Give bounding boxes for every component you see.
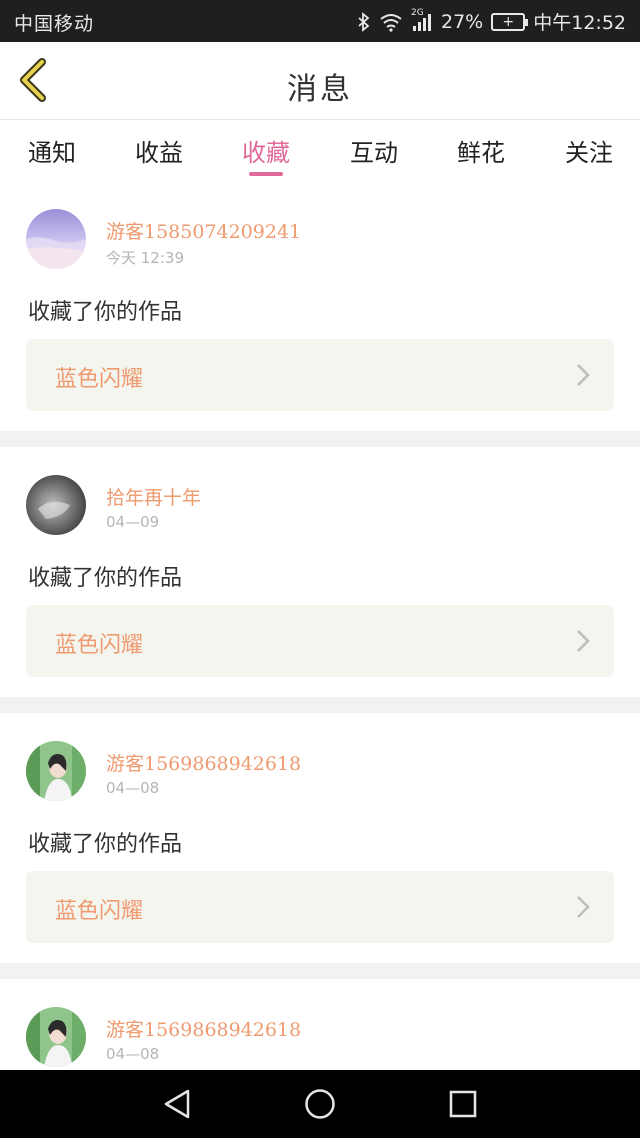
tab-notification[interactable]: 通知 xyxy=(12,133,92,168)
message-list: 游客1585074209241 今天 12:39 收藏了你的作品 蓝色闪耀 拾年… xyxy=(0,181,640,1138)
tab-interaction[interactable]: 互动 xyxy=(334,133,414,168)
divider xyxy=(0,431,640,447)
chevron-right-icon xyxy=(577,630,590,652)
bluetooth-icon xyxy=(357,11,371,32)
tab-earnings[interactable]: 收益 xyxy=(119,133,199,168)
page-title: 消息 xyxy=(287,72,353,107)
battery-charging-sign: + xyxy=(502,13,515,30)
status-icons: 2G 27% + 中午12:52 xyxy=(357,8,626,35)
system-nav-bar xyxy=(0,1070,640,1138)
timestamp: 04—09 xyxy=(106,513,160,531)
chevron-right-icon xyxy=(577,364,590,386)
network-type: 2G xyxy=(411,7,424,18)
tab-flowers[interactable]: 鲜花 xyxy=(441,133,521,168)
list-item: 拾年再十年 04—09 收藏了你的作品 蓝色闪耀 xyxy=(0,447,640,697)
work-title: 蓝色闪耀 xyxy=(55,367,144,392)
work-link[interactable]: 蓝色闪耀 xyxy=(26,871,614,943)
work-link[interactable]: 蓝色闪耀 xyxy=(26,339,614,411)
timestamp: 04—08 xyxy=(106,779,160,797)
work-title: 蓝色闪耀 xyxy=(55,633,144,658)
wifi-icon xyxy=(379,12,403,32)
timestamp: 04—08 xyxy=(106,1045,160,1063)
nav-back-icon xyxy=(164,1089,190,1119)
nav-recents-icon xyxy=(449,1090,477,1118)
list-item: 游客1585074209241 今天 12:39 收藏了你的作品 蓝色闪耀 xyxy=(0,181,640,431)
divider xyxy=(0,963,640,979)
sky-sea-avatar[interactable] xyxy=(26,209,86,269)
action-text: 收藏了你的作品 xyxy=(28,832,183,857)
work-title: 蓝色闪耀 xyxy=(55,899,144,924)
nav-home-button[interactable] xyxy=(304,1088,336,1124)
signal-icon: 2G xyxy=(411,8,433,32)
nav-home-icon xyxy=(305,1089,335,1119)
girl-green-avatar[interactable] xyxy=(26,1007,86,1067)
list-item: 游客1569868942618 04—08 收藏了你的作品 蓝色闪耀 xyxy=(0,713,640,963)
work-link[interactable]: 蓝色闪耀 xyxy=(26,605,614,677)
action-text: 收藏了你的作品 xyxy=(28,300,183,325)
divider xyxy=(0,697,640,713)
girl-green-avatar[interactable] xyxy=(26,741,86,801)
grayscale-avatar[interactable] xyxy=(26,475,86,535)
app-header: 消息 xyxy=(0,42,640,120)
battery-percent: 27% xyxy=(441,10,484,33)
action-text: 收藏了你的作品 xyxy=(28,566,183,591)
active-tab-indicator xyxy=(249,172,283,176)
username[interactable]: 游客1569868942618 xyxy=(106,1015,301,1042)
category-tabs: 通知 收益 收藏 互动 鲜花 关注 xyxy=(0,121,640,181)
nav-back-button[interactable] xyxy=(162,1088,192,1124)
timestamp: 今天 12:39 xyxy=(106,249,184,267)
tab-favorites[interactable]: 收藏 xyxy=(226,133,306,168)
status-bar: 中国移动 2G 27% + 中午12:52 xyxy=(0,0,640,42)
nav-recents-button[interactable] xyxy=(448,1088,478,1124)
username[interactable]: 游客1585074209241 xyxy=(106,217,301,244)
username[interactable]: 拾年再十年 xyxy=(106,483,201,510)
carrier-name: 中国移动 xyxy=(14,13,95,35)
chevron-right-icon xyxy=(577,896,590,918)
username[interactable]: 游客1569868942618 xyxy=(106,749,301,776)
battery-icon: + xyxy=(491,12,529,31)
clock: 中午12:52 xyxy=(533,12,626,34)
tab-following[interactable]: 关注 xyxy=(549,133,629,168)
